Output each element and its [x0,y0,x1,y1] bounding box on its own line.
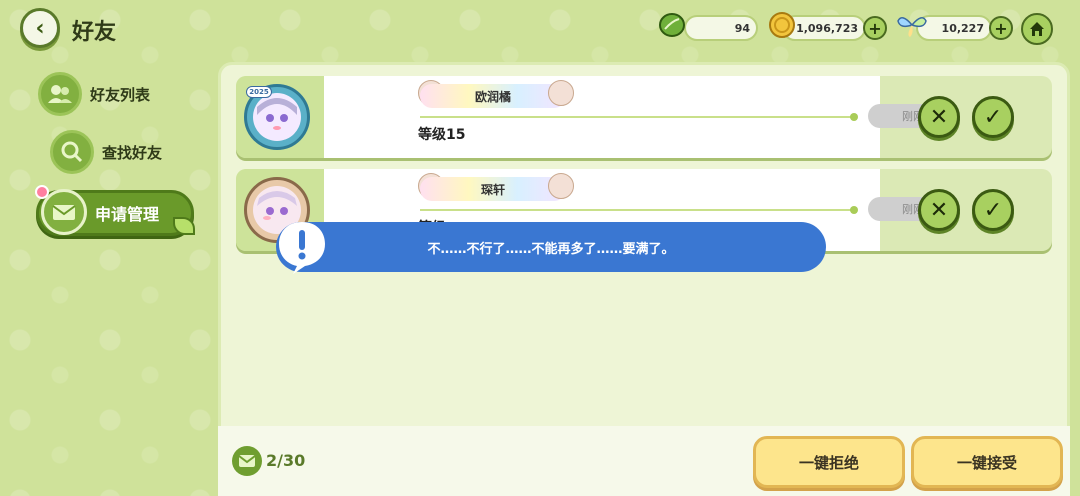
close-icon: ✕ [929,197,949,223]
reject-button[interactable]: ✕ [918,96,960,138]
reject-all-button[interactable]: 一键拒绝 [753,436,905,488]
butterfly-currency-value: 10,227 [941,21,984,35]
add-butterfly-button[interactable]: + [989,16,1013,40]
sidebar-item-find-friend[interactable]: 查找好友 [50,130,162,174]
player-level: 等级15 [418,127,466,143]
accept-button[interactable]: ✓ [972,96,1014,138]
divider-dot [850,113,858,121]
player-nameplate: 欧润橘 [420,84,566,108]
leaf-currency-value: 94 [734,21,750,35]
sidebar-item-label: 申请管理 [95,205,160,224]
request-card-body: 欧润橘 等级15 刚刚 [324,76,958,158]
toast-message: 不……不行了……不能再多了……要满了。 [276,222,826,274]
reject-all-label: 一键拒绝 [798,453,859,472]
divider-dot [850,206,858,214]
mail-icon [41,189,87,235]
home-icon [1030,22,1044,36]
leaf-icon [656,10,688,40]
coin-currency-value: 1,096,723 [796,21,858,35]
accept-all-button[interactable]: 一键接受 [911,436,1063,488]
add-coin-button[interactable]: + [863,16,887,40]
home-button[interactable] [1021,13,1053,45]
reject-button[interactable]: ✕ [918,189,960,231]
divider-line [420,116,854,118]
coin-icon [766,10,798,40]
checkmark-icon: ✓ [983,197,1003,223]
friends-icon [38,72,82,116]
leaf-currency-display: 94 [684,15,758,41]
player-name: 琛轩 [480,182,505,197]
accept-button[interactable]: ✓ [972,189,1014,231]
divider-line [420,209,854,211]
friend-count-icon [232,446,262,476]
accept-all-label: 一键接受 [956,453,1017,472]
player-name: 欧润橘 [474,89,511,104]
player-nameplate: 琛轩 [420,177,566,201]
sidebar-item-friend-list[interactable]: 好友列表 [38,72,150,116]
nameplate-right-deco-icon [548,80,574,106]
nameplate-right-deco-icon [548,173,574,199]
leaf-decoration-icon [173,217,195,235]
back-button[interactable]: ‹ [20,8,60,48]
chevron-left-icon: ‹ [35,15,45,41]
search-icon [50,130,94,174]
page-title: 好友 [72,20,117,45]
exclamation-icon [274,218,330,274]
request-count: 2/30 [266,451,306,470]
avatar-frame: 2025 [236,76,324,158]
butterfly-icon [896,10,928,40]
sidebar-item-request-management[interactable]: 申请管理 [35,185,195,236]
request-card: 2025 欧润橘 等级15 刚刚 ✕ ✓ [236,76,1052,158]
close-icon: ✕ [929,104,949,130]
avatar-badge: 2025 [246,86,272,98]
sidebar-item-label: 查找好友 [102,143,163,162]
checkmark-icon: ✓ [983,104,1003,130]
toast-text: 不……不行了……不能再多了……要满了。 [427,241,675,257]
sidebar-item-label: 好友列表 [90,85,151,104]
